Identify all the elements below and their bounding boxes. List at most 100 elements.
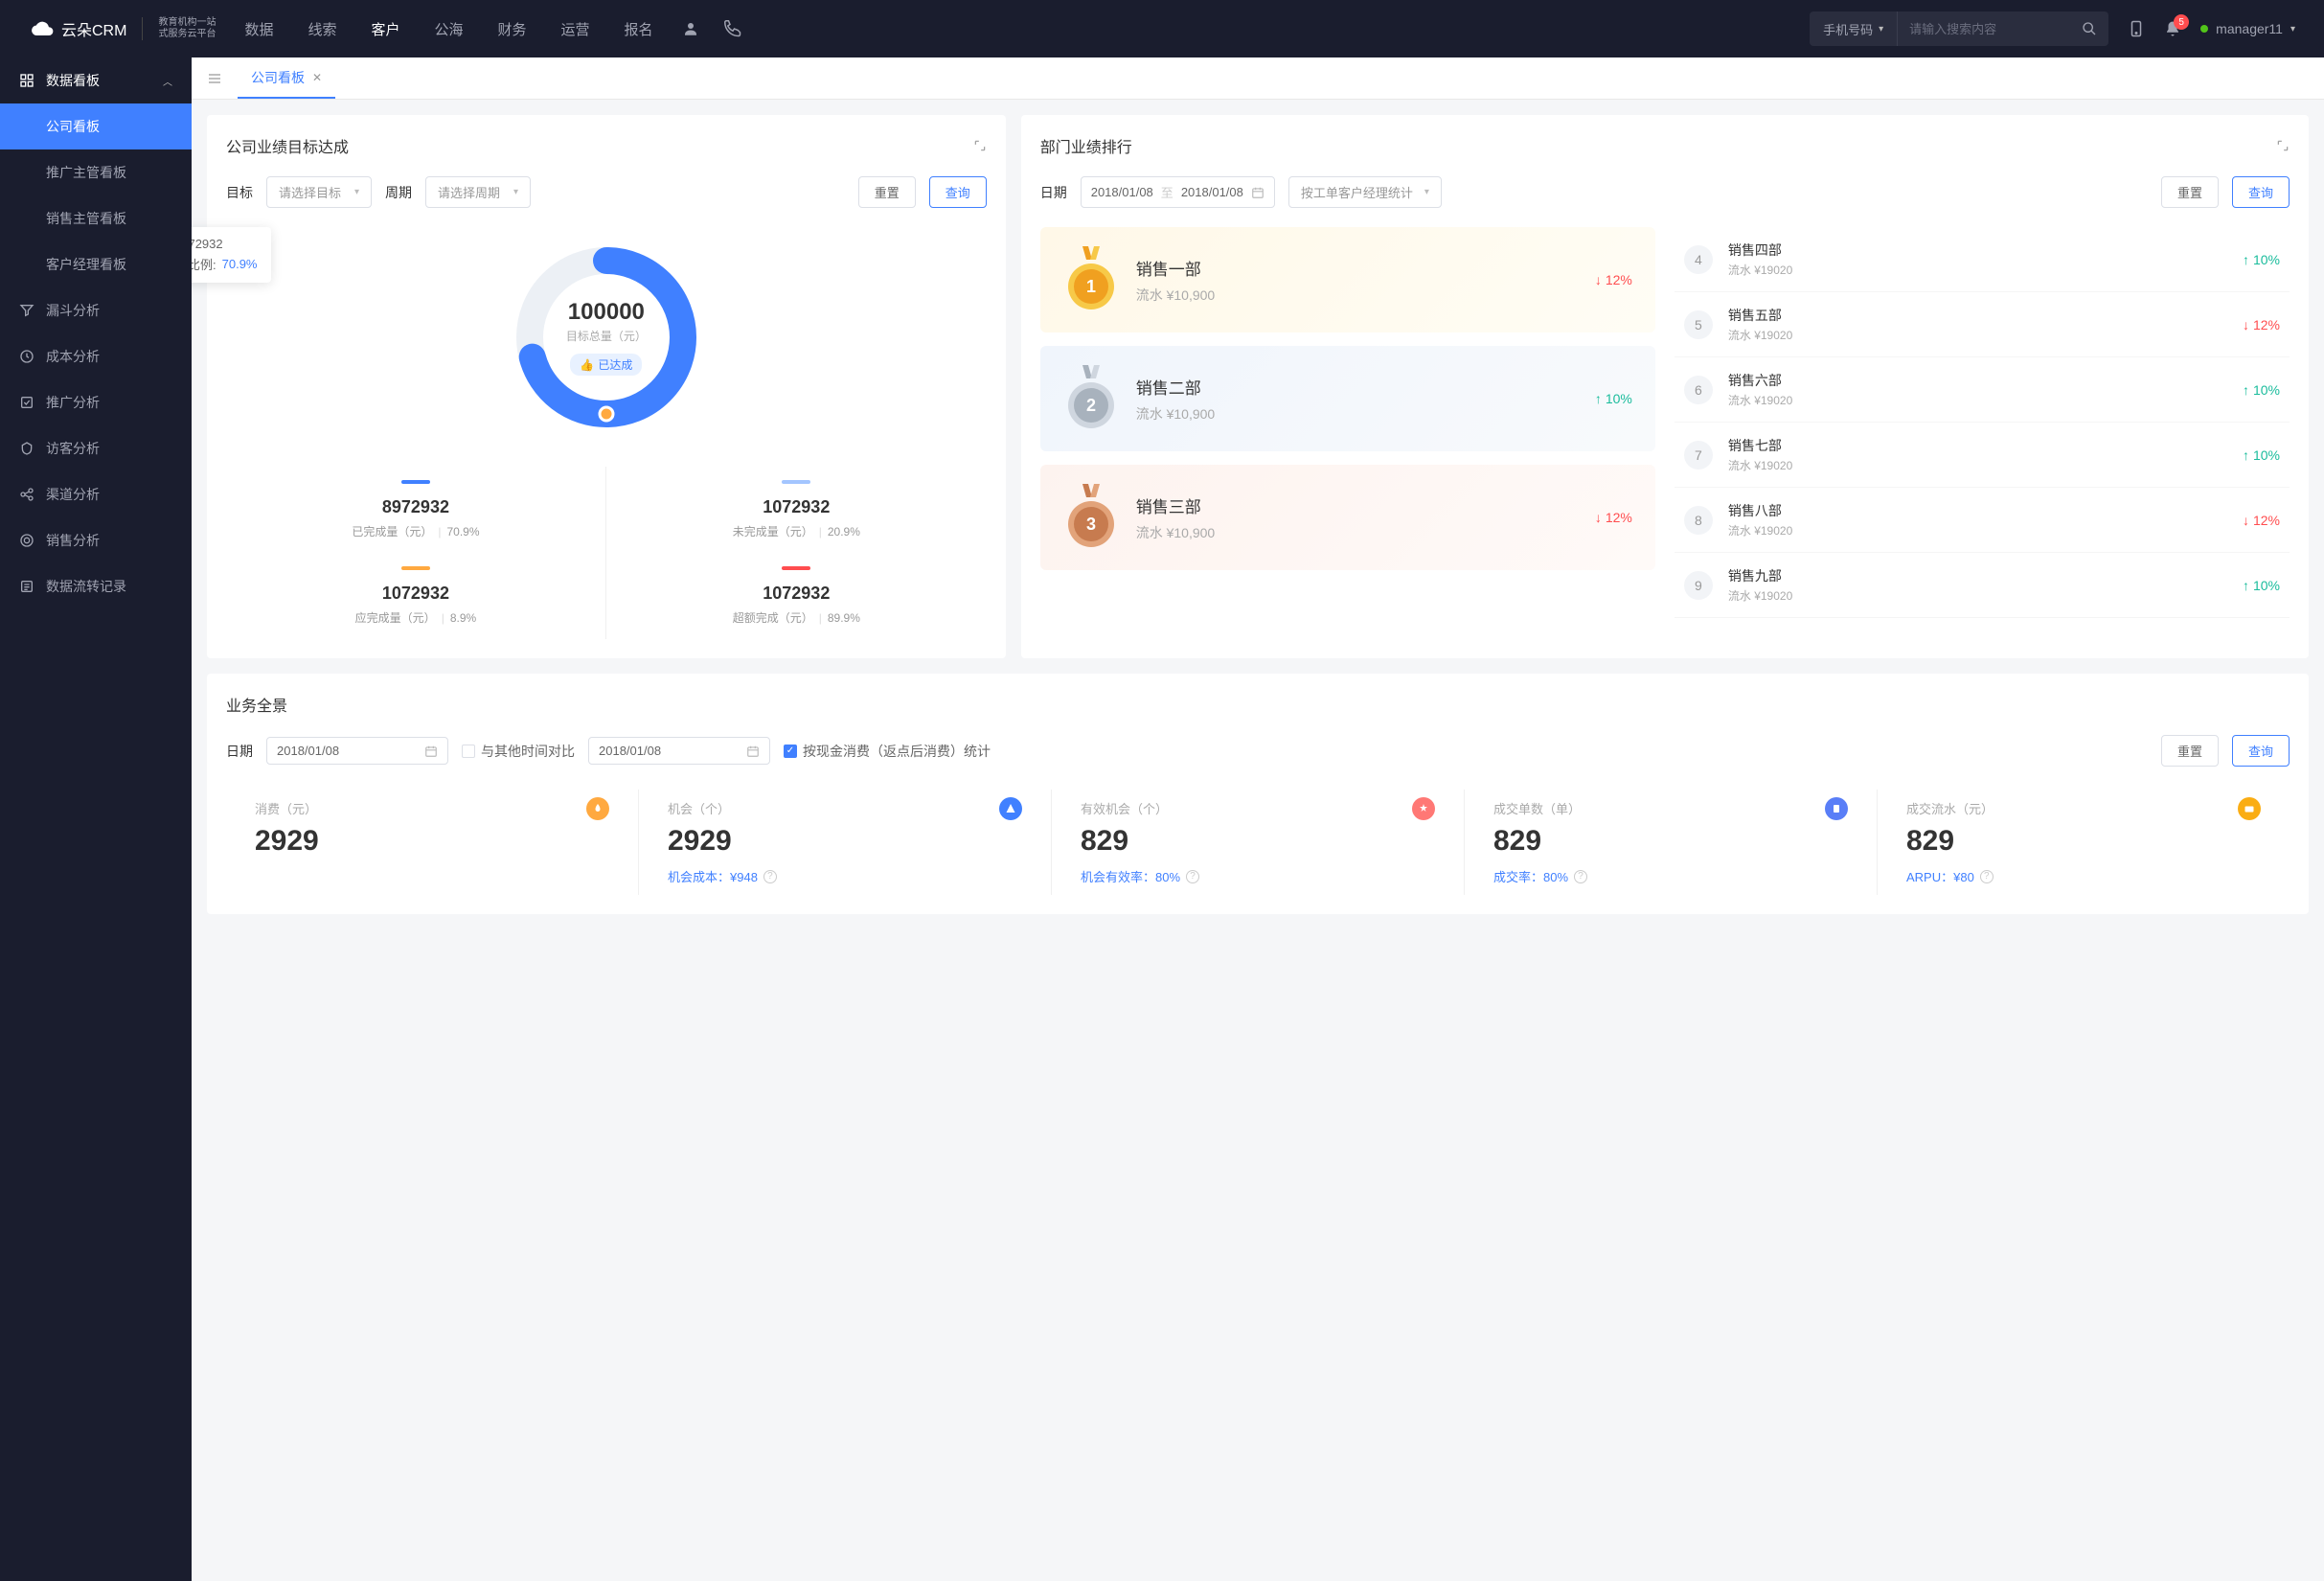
- rank-card[interactable]: 1销售一部流水 ¥10,900↓ 12%: [1040, 227, 1655, 332]
- help-icon[interactable]: ?: [1186, 870, 1199, 883]
- search-box: 手机号码▾: [1810, 11, 2108, 46]
- select-period[interactable]: 请选择周期▾: [425, 176, 531, 208]
- rank-pct: ↓ 12%: [2243, 317, 2280, 332]
- date-input[interactable]: 2018/01/08: [266, 737, 448, 765]
- help-icon[interactable]: ?: [1980, 870, 1994, 883]
- rank-row[interactable]: 4销售四部流水 ¥19020↑ 10%: [1675, 227, 2290, 292]
- search-type-select[interactable]: 手机号码▾: [1810, 11, 1898, 46]
- stat-num: 8972932: [226, 497, 605, 517]
- nav-item[interactable]: 报名: [625, 19, 653, 39]
- rank-sub: 流水 ¥19020: [1728, 392, 2227, 408]
- user-icon[interactable]: [682, 20, 699, 37]
- mobile-icon[interactable]: [2128, 20, 2145, 37]
- svg-text:2: 2: [1086, 396, 1096, 415]
- rank-pct: ↑ 10%: [2243, 252, 2280, 267]
- stat-label: 应完成量（元）|8.9%: [226, 609, 605, 626]
- menu-icon: [19, 395, 34, 410]
- phone-icon[interactable]: [724, 20, 741, 37]
- rank-sub: 流水 ¥19020: [1728, 457, 2227, 473]
- select-target[interactable]: 请选择目标▾: [266, 176, 372, 208]
- thumb-icon: 👍: [580, 358, 594, 372]
- menu-icon: [19, 487, 34, 502]
- metric-sub: 机会有效率：80%?: [1081, 867, 1435, 885]
- help-icon[interactable]: ?: [1574, 870, 1587, 883]
- select-groupby[interactable]: 按工单客户经理统计▾: [1288, 176, 1442, 208]
- sidebar-item[interactable]: 数据流转记录: [0, 563, 192, 609]
- nav-item[interactable]: 数据: [244, 19, 273, 39]
- sidebar-sub-item[interactable]: 客户经理看板: [0, 241, 192, 287]
- chart-tooltip: 1072932 所占比例: 70.9%: [192, 227, 271, 283]
- cloud-icon: [29, 18, 56, 39]
- label-date: 日期: [1040, 183, 1067, 202]
- arrow-icon: ↓: [1595, 272, 1602, 287]
- tab-company-dashboard[interactable]: 公司看板 ✕: [238, 57, 335, 99]
- sidebar-item[interactable]: 漏斗分析: [0, 287, 192, 333]
- checkbox-stat[interactable]: ✓按现金消费（返点后消费）统计: [784, 742, 991, 761]
- username: manager11: [2216, 21, 2283, 36]
- rank-name: 销售五部: [1728, 306, 2227, 325]
- sidebar-item[interactable]: 成本分析: [0, 333, 192, 379]
- search-button[interactable]: [2070, 21, 2108, 36]
- sidebar-group-dashboard[interactable]: 数据看板 ︿: [0, 57, 192, 103]
- query-button[interactable]: 查询: [2232, 176, 2290, 208]
- nav-item[interactable]: 财务: [498, 19, 527, 39]
- sidebar-item[interactable]: 渠道分析: [0, 471, 192, 517]
- rank-card[interactable]: 2销售二部流水 ¥10,900↑ 10%: [1040, 346, 1655, 451]
- date-range-input[interactable]: 2018/01/08 至 2018/01/08: [1081, 176, 1275, 208]
- help-icon[interactable]: ?: [763, 870, 777, 883]
- rank-row[interactable]: 9销售九部流水 ¥19020↑ 10%: [1675, 553, 2290, 618]
- sidebar-sub-item[interactable]: 推广主管看板: [0, 149, 192, 195]
- search-input[interactable]: [1898, 22, 2070, 36]
- rank-card[interactable]: 3销售三部流水 ¥10,900↓ 12%: [1040, 465, 1655, 570]
- metric: 消费（元）2929: [226, 790, 639, 895]
- query-button[interactable]: 查询: [929, 176, 987, 208]
- rank-name: 销售一部: [1136, 256, 1578, 280]
- rank-number: 9: [1684, 571, 1713, 600]
- sidebar-toggle[interactable]: [207, 71, 222, 86]
- rank-name: 销售二部: [1136, 375, 1578, 399]
- rank-row[interactable]: 8销售八部流水 ¥19020↓ 12%: [1675, 488, 2290, 553]
- chevron-down-icon: ▾: [1879, 24, 1883, 34]
- rank-row[interactable]: 6销售六部流水 ¥19020↑ 10%: [1675, 357, 2290, 423]
- nav-item[interactable]: 客户: [371, 19, 399, 39]
- menu-icon: [19, 349, 34, 364]
- rank-number: 7: [1684, 441, 1713, 470]
- nav-item[interactable]: 运营: [561, 19, 590, 39]
- card-title: 公司业绩目标达成: [226, 134, 349, 157]
- bell-icon[interactable]: 5: [2164, 20, 2181, 37]
- logo[interactable]: 云朵CRM 教育机构一站式服务云平台: [29, 17, 216, 40]
- query-button[interactable]: 查询: [2232, 735, 2290, 767]
- reset-button[interactable]: 重置: [2161, 735, 2219, 767]
- sidebar-sub-item[interactable]: 公司看板: [0, 103, 192, 149]
- date-input-compare[interactable]: 2018/01/08: [588, 737, 770, 765]
- card-title: 业务全景: [226, 693, 287, 716]
- nav-item[interactable]: 公海: [435, 19, 464, 39]
- reset-button[interactable]: 重置: [858, 176, 916, 208]
- chevron-down-icon: ▾: [1424, 187, 1429, 197]
- sidebar-item[interactable]: 推广分析: [0, 379, 192, 425]
- expand-icon[interactable]: [973, 139, 987, 152]
- rank-row[interactable]: 5 销售五部流水 ¥19020 ↓ 12%: [1675, 292, 2290, 357]
- rank-sub: 流水 ¥19020: [1728, 327, 2227, 343]
- close-icon[interactable]: ✕: [312, 71, 322, 84]
- sidebar-item[interactable]: 销售分析: [0, 517, 192, 563]
- arrow-icon: ↑: [2243, 578, 2249, 593]
- stat-cell: 1072932应完成量（元）|8.9%: [226, 553, 606, 639]
- reset-button[interactable]: 重置: [2161, 176, 2219, 208]
- filter-row: 日期 2018/01/08 至 2018/01/08 按工单客户经理统计▾ 重置…: [1040, 176, 2290, 208]
- expand-icon[interactable]: [2276, 139, 2290, 152]
- nav-item[interactable]: 线索: [308, 19, 336, 39]
- checkbox-compare[interactable]: 与其他时间对比: [462, 742, 575, 761]
- metric-label: 有效机会（个）: [1081, 799, 1435, 817]
- metric: 成交单数（单）829成交率：80%?: [1465, 790, 1878, 895]
- menu-icon: [19, 441, 34, 456]
- arrow-icon: ↑: [2243, 252, 2249, 267]
- sidebar-sub-item[interactable]: 销售主管看板: [0, 195, 192, 241]
- metric: 机会（个）2929机会成本：¥948?: [639, 790, 1052, 895]
- rank-row[interactable]: 7销售七部流水 ¥19020↑ 10%: [1675, 423, 2290, 488]
- user-menu[interactable]: manager11 ▾: [2200, 21, 2295, 36]
- stat-label: 已完成量（元）|70.9%: [226, 523, 605, 539]
- stat-bar: [401, 566, 430, 570]
- rank-number: 5: [1684, 310, 1713, 339]
- sidebar-item[interactable]: 访客分析: [0, 425, 192, 471]
